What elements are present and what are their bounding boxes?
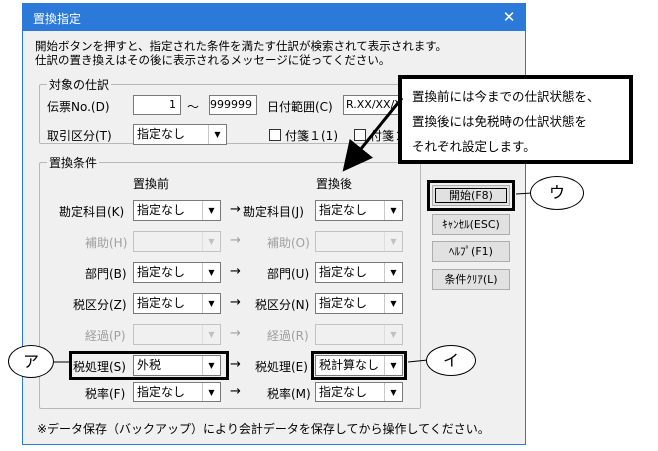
callout-arrow	[342, 97, 404, 172]
marker-u: ウ	[530, 176, 584, 210]
annotation-lines	[53, 97, 533, 363]
marker-i: イ	[426, 345, 476, 376]
marker-a: ア	[8, 345, 54, 378]
connector-i	[407, 359, 429, 363]
